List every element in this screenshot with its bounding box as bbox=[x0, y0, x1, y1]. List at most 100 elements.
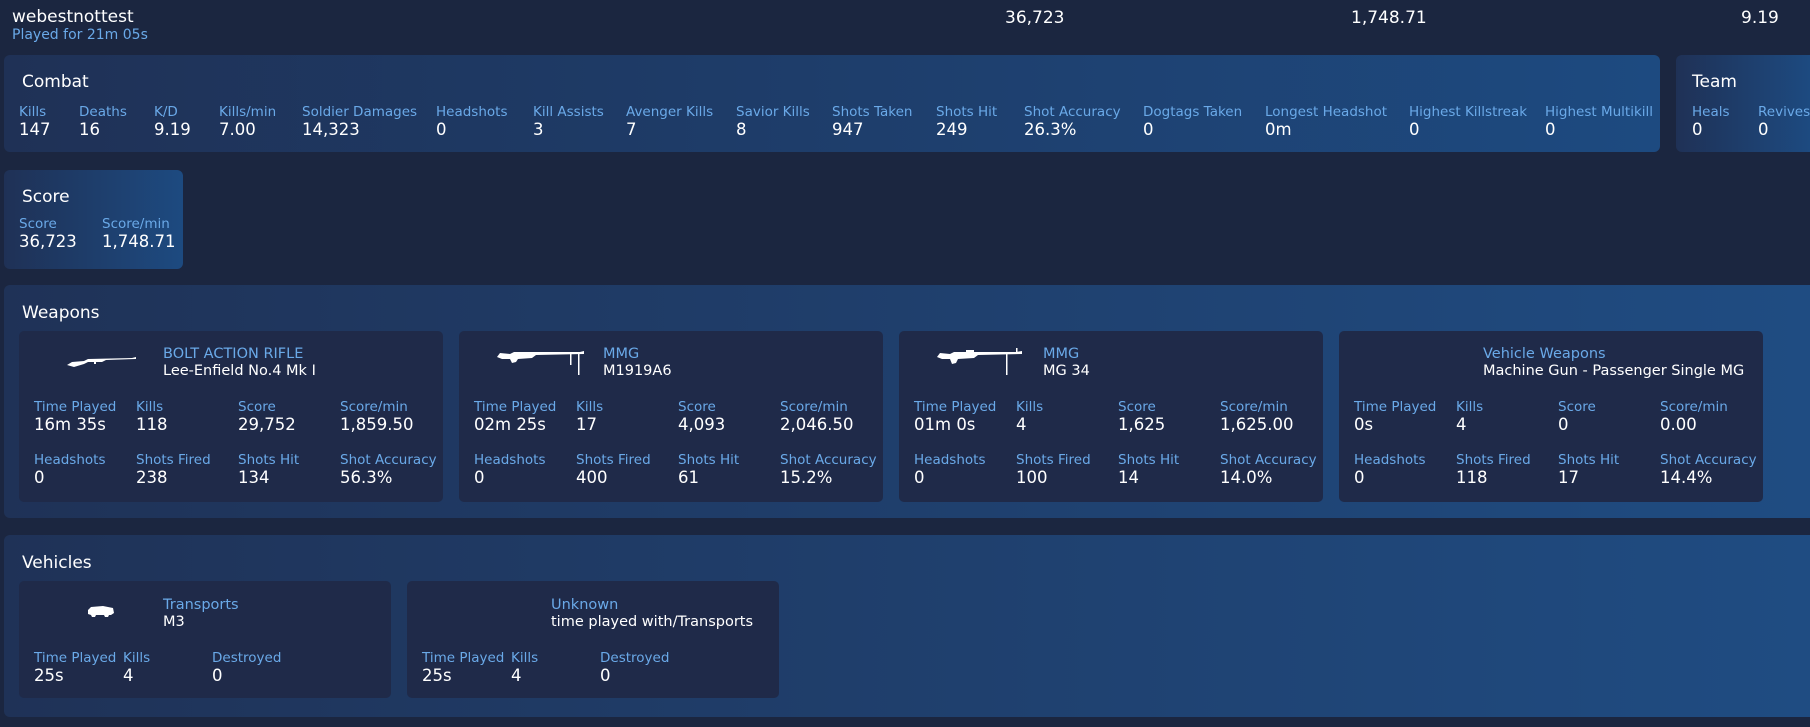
weapon-stat-headshots: Headshots 0 bbox=[34, 452, 105, 488]
machine-gun-icon bbox=[937, 348, 1022, 375]
weapon-stat-headshots: Headshots 0 bbox=[914, 452, 985, 488]
combat-stat-kills-per-min: Kills/min 7.00 bbox=[219, 104, 276, 140]
stat-value: 2,046.50 bbox=[780, 415, 854, 434]
stat-value: 0 bbox=[600, 666, 611, 685]
weapon-card-mg34[interactable]: MMG MG 34 Time Played 01m 0s Kills 4 Score… bbox=[899, 331, 1323, 502]
weapon-stat-score-per-min: Score/min 1,859.50 bbox=[340, 399, 413, 435]
stat-label: Score/min bbox=[1220, 399, 1288, 415]
weapon-stat-headshots: Headshots 0 bbox=[1354, 452, 1425, 488]
stat-label: Highest Killstreak bbox=[1409, 104, 1528, 120]
stat-value: 14,323 bbox=[302, 120, 360, 139]
weapon-card-m1919a6[interactable]: MMG M1919A6 Time Played 02m 25s Kills 17 S… bbox=[459, 331, 883, 502]
stat-label: Dogtags Taken bbox=[1143, 104, 1243, 120]
stat-value: 9.19 bbox=[154, 120, 191, 139]
stat-value: 14 bbox=[1118, 468, 1139, 487]
weapon-stat-headshots: Headshots 0 bbox=[474, 452, 545, 488]
team-stat-heals: Heals 0 bbox=[1692, 104, 1730, 140]
weapon-stat-score-per-min: Score/min 0.00 bbox=[1660, 399, 1728, 435]
weapon-name: Machine Gun - Passenger Single MG bbox=[1483, 363, 1745, 379]
stat-label: Time Played bbox=[34, 650, 117, 666]
weapon-stat-score: Score 1,625 bbox=[1118, 399, 1165, 435]
stat-value: 147 bbox=[19, 120, 51, 139]
stat-label: Savior Kills bbox=[736, 104, 810, 120]
stat-label: Shots Fired bbox=[1016, 452, 1091, 468]
stat-label: Shots Hit bbox=[1558, 452, 1620, 468]
combat-stat-kills: Kills 147 bbox=[19, 104, 51, 140]
score-title: Score bbox=[22, 187, 70, 207]
stat-label: Avenger Kills bbox=[626, 104, 714, 120]
header-score: 36,723 bbox=[1005, 8, 1065, 28]
stat-label: Kills bbox=[19, 104, 47, 120]
stat-value: 0 bbox=[1558, 415, 1569, 434]
stat-label: Kills bbox=[123, 650, 151, 666]
weapon-stat-score: Score 0 bbox=[1558, 399, 1596, 435]
stat-label: Headshots bbox=[474, 452, 546, 468]
weapon-card-lee-enfield[interactable]: BOLT ACTION RIFLE Lee-Enfield No.4 Mk I … bbox=[19, 331, 443, 502]
stat-value: 1,748.71 bbox=[102, 232, 176, 251]
stat-label: Score bbox=[1118, 399, 1156, 415]
stat-value: 4 bbox=[1456, 415, 1467, 434]
rifle-icon bbox=[67, 357, 136, 367]
weapon-stat-time-played: Time Played 0s bbox=[1354, 399, 1436, 435]
weapon-stat-shot-accuracy: Shot Accuracy 14.0% bbox=[1220, 452, 1317, 488]
combat-stat-soldier-damages: Soldier Damages 14,323 bbox=[302, 104, 417, 140]
stat-label: Kills/min bbox=[219, 104, 277, 120]
stat-value: 16 bbox=[79, 120, 100, 139]
machine-gun-icon bbox=[497, 351, 584, 375]
weapon-category: MMG bbox=[603, 346, 640, 362]
stat-label: Destroyed bbox=[600, 650, 670, 666]
weapon-name: MG 34 bbox=[1043, 363, 1090, 379]
combat-stat-shots-hit: Shots Hit 249 bbox=[936, 104, 997, 140]
stat-label: Deaths bbox=[79, 104, 127, 120]
stat-value: 15.2% bbox=[780, 468, 833, 487]
weapon-stat-shots-fired: Shots Fired 238 bbox=[136, 452, 211, 488]
weapon-stat-score: Score 4,093 bbox=[678, 399, 725, 435]
combat-stat-longest-headshot: Longest Headshot 0m bbox=[1265, 104, 1387, 140]
stat-value: 14.0% bbox=[1220, 468, 1273, 487]
stat-value: 0 bbox=[212, 666, 223, 685]
stat-value: 3 bbox=[533, 120, 544, 139]
stat-label: Score bbox=[238, 399, 276, 415]
weapon-category: BOLT ACTION RIFLE bbox=[163, 346, 304, 362]
score-stat-score: Score 36,723 bbox=[19, 216, 77, 252]
weapon-stat-shots-hit: Shots Hit 14 bbox=[1118, 452, 1179, 488]
stat-value: 249 bbox=[936, 120, 968, 139]
weapon-stat-time-played: Time Played 16m 35s bbox=[34, 399, 116, 435]
vehicles-panel: Vehicles Transports M3 Time Played 25s Ki… bbox=[4, 535, 1810, 717]
stat-label: Score/min bbox=[780, 399, 848, 415]
team-title: Team bbox=[1692, 72, 1737, 92]
stat-label: Time Played bbox=[34, 399, 117, 415]
vehicle-card-m3[interactable]: Transports M3 Time Played 25s Kills 4 Dest… bbox=[19, 581, 391, 698]
stat-value: 4 bbox=[123, 666, 134, 685]
stat-value: 0 bbox=[34, 468, 45, 487]
stat-label: Kill Assists bbox=[533, 104, 604, 120]
stat-value: 29,752 bbox=[238, 415, 296, 434]
vehicle-stat-destroyed: Destroyed 0 bbox=[212, 650, 281, 686]
vehicle-card-unknown[interactable]: Unknown time played with/Transports Time… bbox=[407, 581, 779, 698]
weapon-stat-shots-fired: Shots Fired 400 bbox=[576, 452, 651, 488]
stat-value: 4 bbox=[511, 666, 522, 685]
stat-label: Kills bbox=[576, 399, 604, 415]
stat-label: Shot Accuracy bbox=[1024, 104, 1121, 120]
header-score-per-min: 1,748.71 bbox=[1351, 8, 1427, 28]
stat-label: Time Played bbox=[914, 399, 997, 415]
stat-value: 0 bbox=[474, 468, 485, 487]
stat-label: Score/min bbox=[102, 216, 170, 232]
stat-value: 100 bbox=[1016, 468, 1048, 487]
stat-value: 0.00 bbox=[1660, 415, 1697, 434]
stat-label: Destroyed bbox=[212, 650, 282, 666]
stat-value: 1,859.50 bbox=[340, 415, 414, 434]
weapon-category: Vehicle Weapons bbox=[1483, 346, 1606, 362]
stat-label: Headshots bbox=[914, 452, 986, 468]
stat-value: 0 bbox=[914, 468, 925, 487]
stat-value: 118 bbox=[1456, 468, 1488, 487]
weapon-stat-score-per-min: Score/min 2,046.50 bbox=[780, 399, 853, 435]
weapon-card-passenger-mg[interactable]: Vehicle Weapons Machine Gun - Passenger … bbox=[1339, 331, 1763, 502]
vehicle-stat-kills: Kills 4 bbox=[511, 650, 538, 686]
weapon-stat-shots-hit: Shots Hit 134 bbox=[238, 452, 299, 488]
header-kd: 9.19 bbox=[1741, 8, 1779, 28]
player-name[interactable]: webestnottest bbox=[12, 7, 134, 27]
stat-value: 17 bbox=[576, 415, 597, 434]
vehicle-stat-time-played: Time Played 25s bbox=[34, 650, 116, 686]
weapon-name: Lee-Enfield No.4 Mk I bbox=[163, 363, 316, 379]
